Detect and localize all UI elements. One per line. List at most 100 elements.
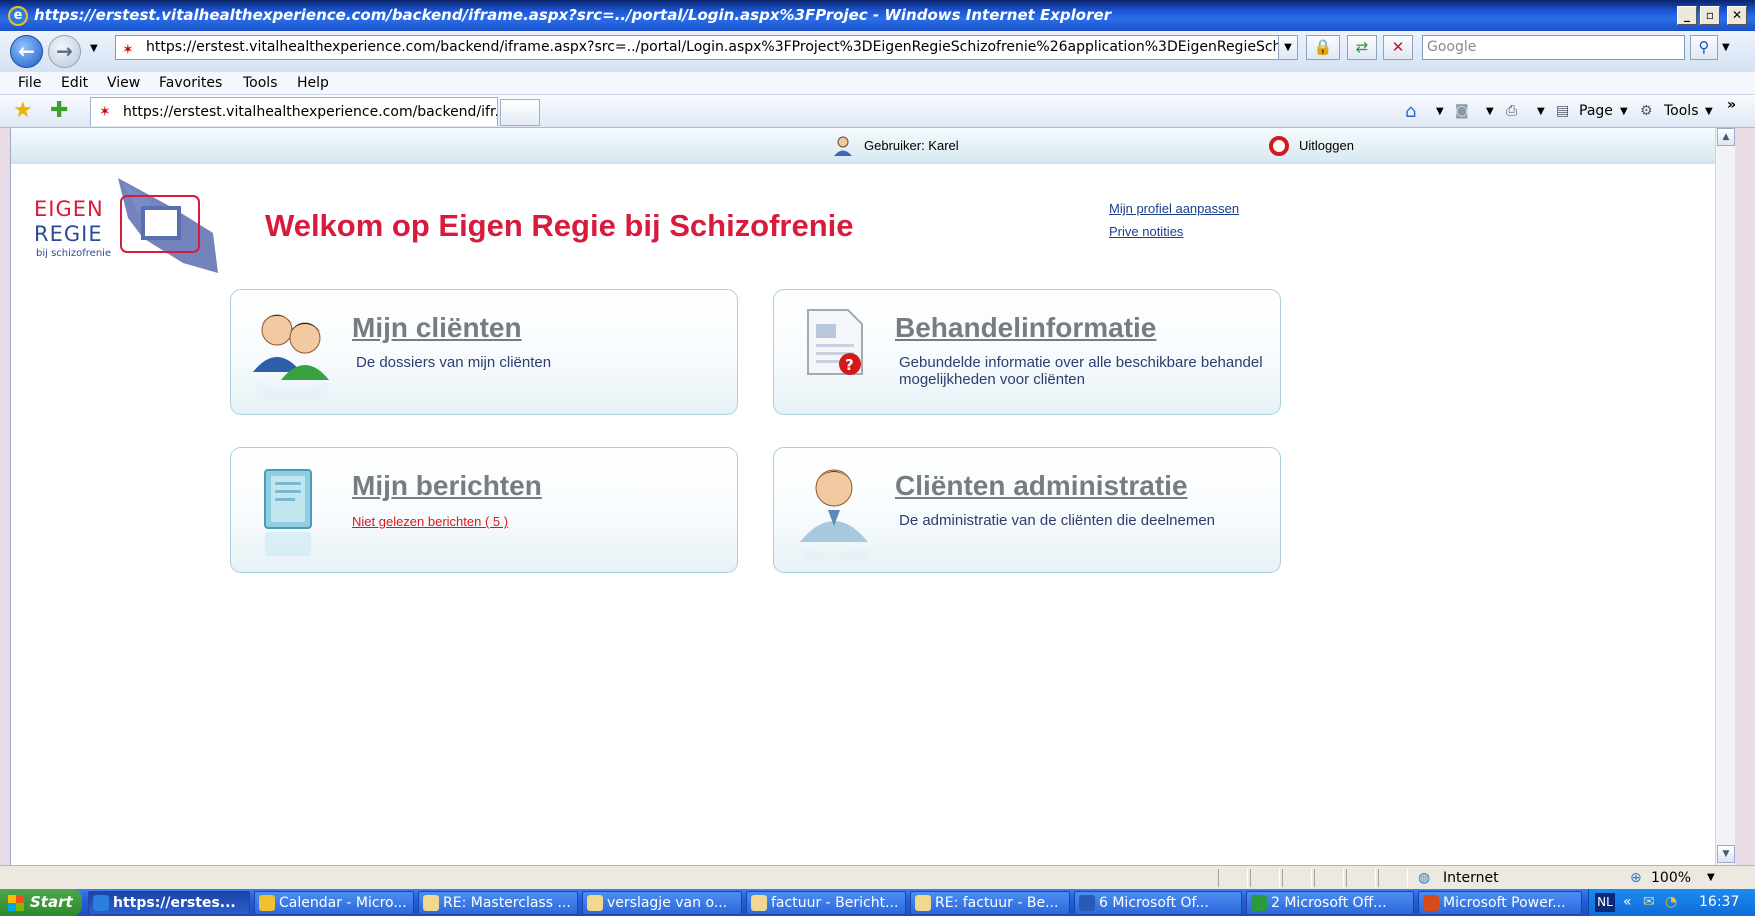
stop-icon[interactable]: ✕ xyxy=(1383,35,1413,60)
menu-bar: File Edit View Favorites Tools Help xyxy=(0,72,1755,95)
status-segment xyxy=(1346,869,1376,887)
card-title[interactable]: Cliënten administratie xyxy=(895,470,1188,502)
user-icon xyxy=(834,136,852,156)
page-dropdown-icon[interactable]: ▼ xyxy=(1620,95,1628,128)
new-tab-button[interactable] xyxy=(500,99,540,126)
card-mijn-berichten[interactable]: Mijn berichten Niet gelezen berichten ( … xyxy=(230,447,738,573)
tab-label: https://erstest.vitalhealthexperience.co… xyxy=(123,104,498,120)
scroll-down-button[interactable]: ▼ xyxy=(1717,845,1735,863)
window-left-edge xyxy=(0,128,10,865)
svg-text:?: ? xyxy=(845,356,854,374)
card-description: Gebundelde informatie over alle beschikb… xyxy=(899,354,1263,388)
language-indicator[interactable]: NL xyxy=(1595,893,1615,912)
taskbar-item[interactable]: https://erstes... xyxy=(88,891,250,915)
menu-edit[interactable]: Edit xyxy=(61,72,88,95)
start-button[interactable]: Start xyxy=(0,889,82,916)
word-icon xyxy=(1079,895,1095,911)
logo-line2: REGIE xyxy=(34,222,103,246)
back-button[interactable]: ← xyxy=(10,35,43,68)
clock: 16:37 xyxy=(1699,894,1740,910)
address-dropdown-icon[interactable]: ▼ xyxy=(1278,35,1298,60)
logo-line1: EIGEN xyxy=(34,197,104,221)
status-segment xyxy=(1218,869,1248,887)
logout-link[interactable]: Uitloggen xyxy=(1299,128,1354,164)
search-icon[interactable]: ⚲ xyxy=(1690,35,1718,60)
start-label: Start xyxy=(30,893,73,911)
ie-logo-icon: e xyxy=(8,6,28,26)
taskbar-item[interactable]: factuur - Bericht... xyxy=(746,891,906,915)
address-url: https://erstest.vitalhealthexperience.co… xyxy=(146,39,1298,55)
zoom-icon: ⊕ xyxy=(1630,870,1642,886)
taskbar-item[interactable]: 2 Microsoft Off... xyxy=(1246,891,1414,915)
mail-icon xyxy=(587,895,603,911)
home-icon[interactable]: ⌂ xyxy=(1405,95,1416,128)
taskbar-item[interactable]: verslagje van o... xyxy=(582,891,742,915)
taskbar-item[interactable]: RE: factuur - Be... xyxy=(910,891,1070,915)
forward-button[interactable]: → xyxy=(48,35,81,68)
mail-icon xyxy=(423,895,439,911)
close-button[interactable]: ✕ xyxy=(1727,6,1747,25)
tools-menu[interactable]: Tools xyxy=(1664,95,1699,128)
menu-file[interactable]: File xyxy=(18,72,41,95)
zoom-level[interactable]: 100% xyxy=(1651,866,1691,890)
scroll-up-button[interactable]: ▲ xyxy=(1717,128,1735,146)
minimize-button[interactable]: _ xyxy=(1677,6,1697,25)
user-label: Gebruiker: Karel xyxy=(864,138,959,153)
menu-favorites[interactable]: Favorites xyxy=(159,72,222,95)
status-segment xyxy=(1314,869,1344,887)
print-dropdown-icon[interactable]: ▼ xyxy=(1537,95,1545,128)
card-behandelinformatie[interactable]: ? Behandelinformatie Gebundelde informat… xyxy=(773,289,1281,415)
status-segment xyxy=(1282,869,1312,887)
internet-globe-icon: ◍ xyxy=(1418,870,1431,886)
card-title[interactable]: Mijn cliënten xyxy=(352,312,522,344)
taskbar-item[interactable]: RE: Masterclass ... xyxy=(418,891,578,915)
lock-icon[interactable]: 🔒 xyxy=(1306,35,1340,60)
add-favorite-icon[interactable]: ✚ xyxy=(50,98,68,123)
logo: EIGEN REGIE bij schizofrenie xyxy=(23,178,223,278)
history-dropdown-icon[interactable]: ▼ xyxy=(90,43,98,54)
tools-dropdown-icon[interactable]: ▼ xyxy=(1705,95,1713,128)
card-title[interactable]: Behandelinformatie xyxy=(895,312,1156,344)
address-input[interactable]: ✶ https://erstest.vitalhealthexperience.… xyxy=(115,35,1298,60)
taskbar: Start https://erstes... Calendar - Micro… xyxy=(0,889,1755,916)
restore-button[interactable]: ▫ xyxy=(1700,6,1720,25)
feeds-dropdown-icon[interactable]: ▼ xyxy=(1486,95,1494,128)
users-icon xyxy=(253,314,329,406)
status-bar: ◍ Internet ⊕ 100% ▼ xyxy=(0,865,1755,889)
mail-tray-icon[interactable]: ✉ xyxy=(1643,889,1655,916)
calendar-tray-icon[interactable]: ◔ xyxy=(1665,889,1677,916)
search-input[interactable]: Google xyxy=(1422,35,1685,60)
taskbar-item[interactable]: Calendar - Micro... xyxy=(254,891,414,915)
menu-view[interactable]: View xyxy=(107,72,140,95)
tab-current[interactable]: ✶ https://erstest.vitalhealthexperience.… xyxy=(90,97,498,126)
status-segment xyxy=(1250,869,1280,887)
unread-messages-link[interactable]: Niet gelezen berichten ( 5 ) xyxy=(352,514,508,529)
search-options-icon[interactable]: ▼ xyxy=(1722,42,1730,53)
favorites-star-icon[interactable]: ★ xyxy=(13,98,33,123)
mail-icon xyxy=(751,895,767,911)
tray-expand-icon[interactable]: « xyxy=(1623,889,1632,916)
vertical-scrollbar[interactable]: ▲ ▼ xyxy=(1715,128,1735,865)
card-title[interactable]: Mijn berichten xyxy=(352,470,542,502)
profile-link[interactable]: Mijn profiel aanpassen xyxy=(1109,201,1239,216)
status-segment xyxy=(1378,869,1408,887)
menu-tools[interactable]: Tools xyxy=(243,72,278,95)
zoom-dropdown-icon[interactable]: ▼ xyxy=(1707,866,1715,890)
page-menu[interactable]: Page xyxy=(1579,95,1613,128)
home-dropdown-icon[interactable]: ▼ xyxy=(1436,95,1444,128)
print-icon[interactable]: ⎙ xyxy=(1506,95,1517,128)
taskbar-item[interactable]: 6 Microsoft Of... xyxy=(1074,891,1242,915)
menu-help[interactable]: Help xyxy=(297,72,329,95)
taskbar-item[interactable]: Microsoft Power... xyxy=(1418,891,1582,915)
site-favicon-icon: ✶ xyxy=(122,42,134,58)
card-clienten-administratie[interactable]: Cliënten administratie De administratie … xyxy=(773,447,1281,573)
private-notes-link[interactable]: Prive notities xyxy=(1109,224,1183,239)
card-mijn-clienten[interactable]: Mijn cliënten De dossiers van mijn cliën… xyxy=(230,289,738,415)
feeds-icon[interactable]: ◙ xyxy=(1455,95,1469,128)
window-titlebar[interactable]: e https://erstest.vitalhealthexperience.… xyxy=(0,0,1755,31)
logout-icon[interactable] xyxy=(1269,136,1289,156)
window-title: https://erstest.vitalhealthexperience.co… xyxy=(34,6,1112,24)
refresh-icon[interactable]: ⇄ xyxy=(1347,35,1377,60)
chevron-more-icon[interactable]: » xyxy=(1727,89,1736,122)
page-title: Welkom op Eigen Regie bij Schizofrenie xyxy=(265,208,854,243)
